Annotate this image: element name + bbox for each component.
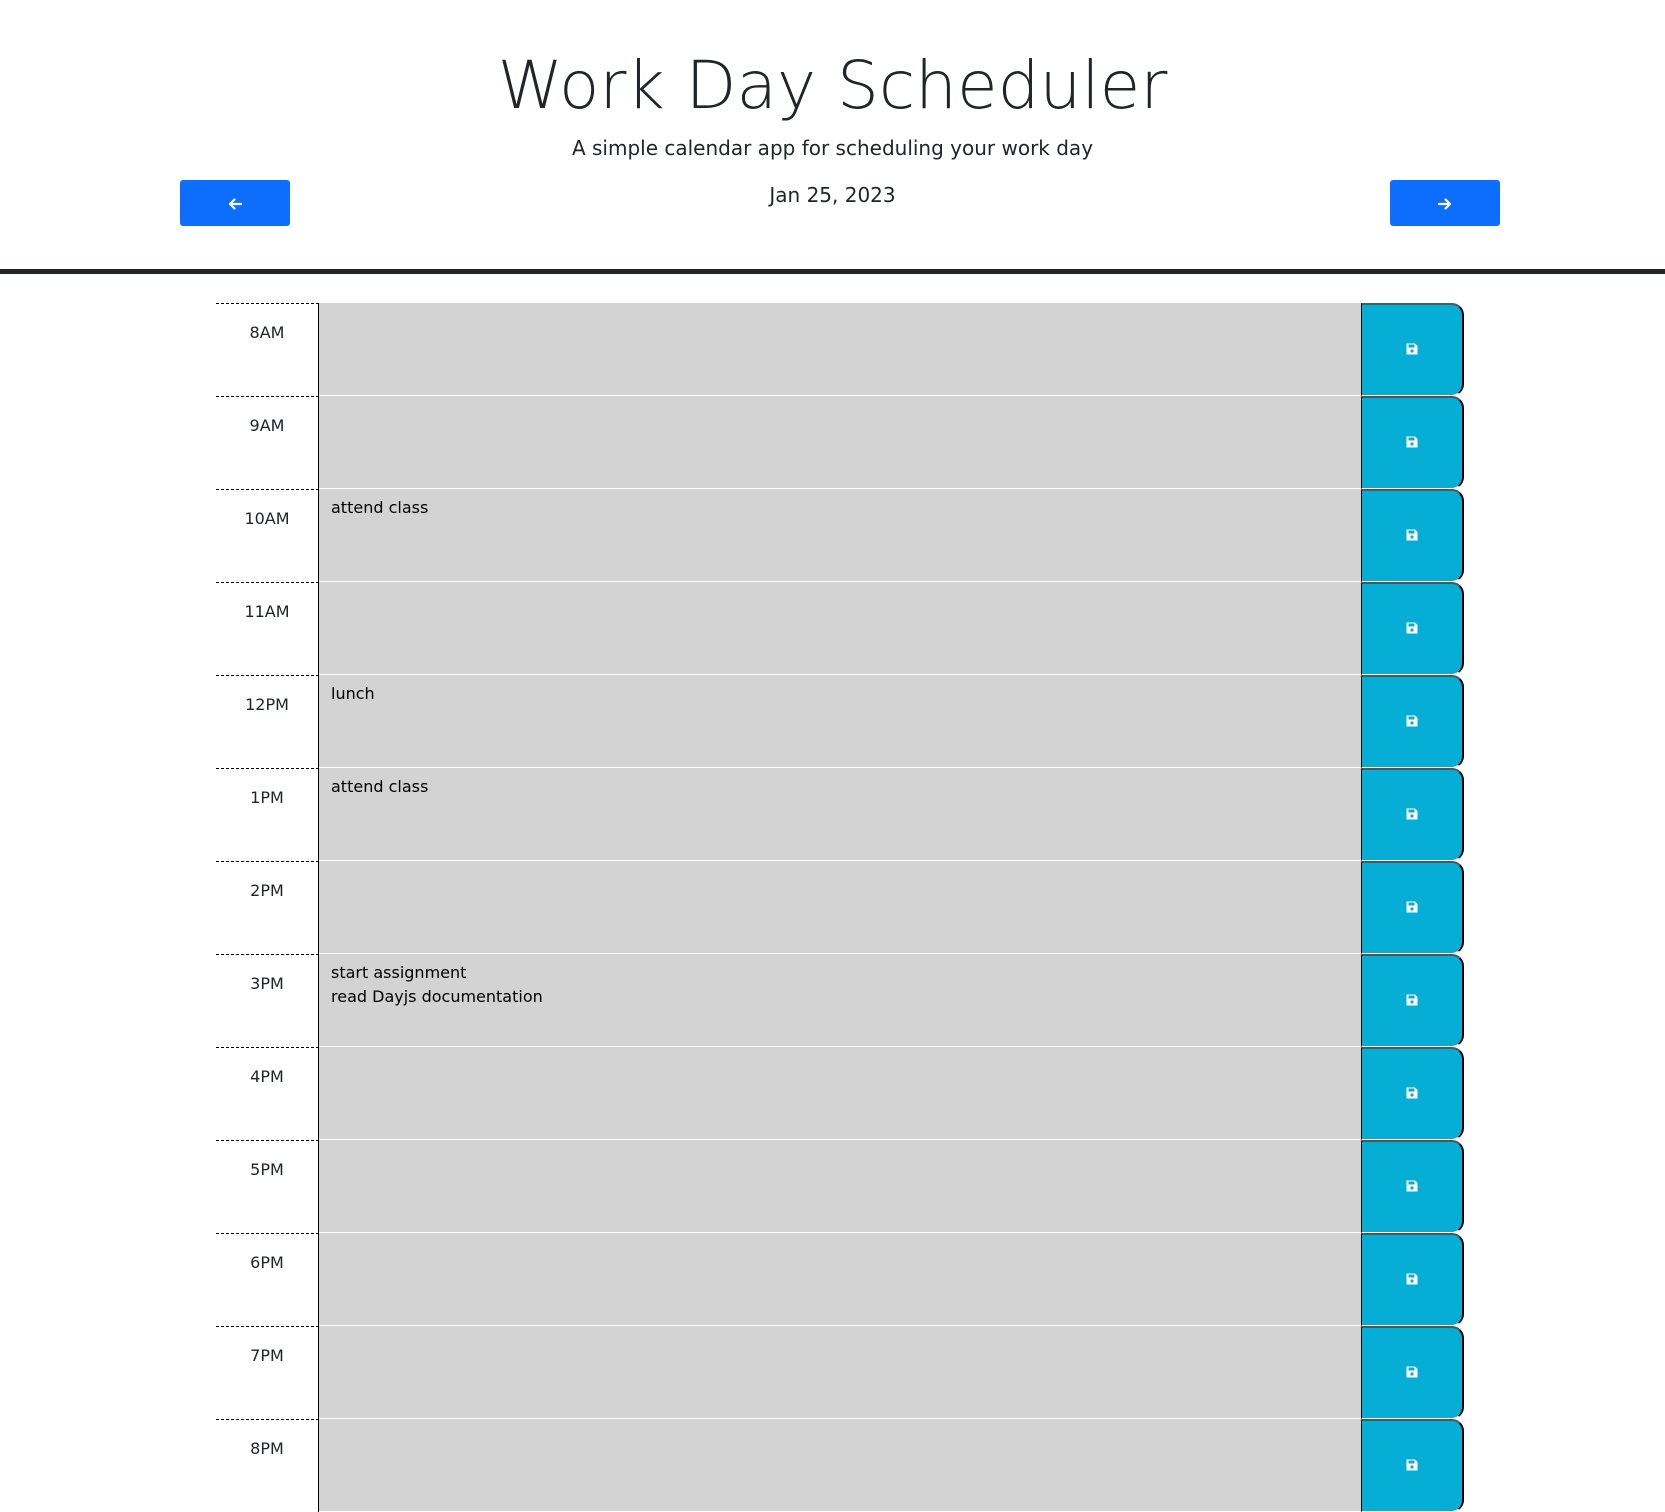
save-button[interactable]	[1361, 1419, 1464, 1512]
time-block-row: 3PM start assignment read Dayjs documenta…	[216, 954, 1464, 1047]
event-description-textarea[interactable]	[319, 1047, 1361, 1140]
save-button[interactable]	[1361, 1326, 1464, 1419]
hour-label: 6PM	[216, 1233, 319, 1326]
schedule-container: 8AM 9AM 10AM attend class 11AM 12PM lunch 1PM at…	[216, 303, 1464, 1512]
save-icon	[1405, 621, 1419, 638]
hour-label: 4PM	[216, 1047, 319, 1140]
time-block-row: 12PM lunch	[216, 675, 1464, 768]
save-icon	[1405, 1179, 1419, 1196]
save-button[interactable]	[1361, 954, 1464, 1047]
hour-label: 12PM	[216, 675, 319, 768]
event-description-textarea[interactable]: lunch	[319, 675, 1361, 768]
hour-label: 7PM	[216, 1326, 319, 1419]
save-icon	[1405, 1272, 1419, 1289]
page-header: Work Day Scheduler A simple calendar app…	[0, 0, 1665, 274]
event-description-textarea[interactable]	[319, 1233, 1361, 1326]
event-description-textarea[interactable]: attend class	[319, 489, 1361, 582]
time-block-row: 11AM	[216, 582, 1464, 675]
hour-label: 1PM	[216, 768, 319, 861]
save-icon	[1405, 1086, 1419, 1103]
hour-label: 10AM	[216, 489, 319, 582]
time-block-row: 10AM attend class	[216, 489, 1464, 582]
hour-label: 5PM	[216, 1140, 319, 1233]
event-description-textarea[interactable]	[319, 396, 1361, 489]
time-block-row: 7PM	[216, 1326, 1464, 1419]
event-description-textarea[interactable]	[319, 1419, 1361, 1512]
hour-label: 8AM	[216, 303, 319, 396]
event-description-textarea[interactable]: attend class	[319, 768, 1361, 861]
hour-label: 3PM	[216, 954, 319, 1047]
hour-label: 2PM	[216, 861, 319, 954]
event-description-textarea[interactable]	[319, 1326, 1361, 1419]
time-block-row: 9AM	[216, 396, 1464, 489]
save-button[interactable]	[1361, 1047, 1464, 1140]
arrow-right-icon	[1437, 198, 1452, 210]
save-button[interactable]	[1361, 1140, 1464, 1233]
save-button[interactable]	[1361, 396, 1464, 489]
save-icon	[1405, 1365, 1419, 1382]
time-block-row: 4PM	[216, 1047, 1464, 1140]
next-day-button[interactable]	[1390, 180, 1500, 226]
save-icon	[1405, 714, 1419, 731]
time-block-row: 6PM	[216, 1233, 1464, 1326]
event-description-textarea[interactable]	[319, 1140, 1361, 1233]
time-block-row: 8PM	[216, 1419, 1464, 1512]
event-description-textarea[interactable]: start assignment read Dayjs documentatio…	[319, 954, 1361, 1047]
hour-label: 11AM	[216, 582, 319, 675]
page-title: Work Day Scheduler	[497, 47, 1168, 124]
save-button[interactable]	[1361, 582, 1464, 675]
save-button[interactable]	[1361, 861, 1464, 954]
time-block-row: 8AM	[216, 303, 1464, 396]
save-button[interactable]	[1361, 303, 1464, 396]
save-icon	[1405, 993, 1419, 1010]
hour-label: 8PM	[216, 1419, 319, 1512]
hour-label: 9AM	[216, 396, 319, 489]
page-subtitle: A simple calendar app for scheduling you…	[571, 136, 1094, 160]
save-button[interactable]	[1361, 1233, 1464, 1326]
time-block-row: 2PM	[216, 861, 1464, 954]
time-block-row: 1PM attend class	[216, 768, 1464, 861]
save-icon	[1405, 342, 1419, 359]
save-icon	[1405, 807, 1419, 824]
event-description-textarea[interactable]	[319, 582, 1361, 675]
event-description-textarea[interactable]	[319, 303, 1361, 396]
save-icon	[1405, 1458, 1419, 1475]
save-button[interactable]	[1361, 675, 1464, 768]
save-icon	[1405, 435, 1419, 452]
save-icon	[1405, 528, 1419, 545]
event-description-textarea[interactable]	[319, 861, 1361, 954]
save-button[interactable]	[1361, 768, 1464, 861]
time-block-row: 5PM	[216, 1140, 1464, 1233]
save-icon	[1405, 900, 1419, 917]
save-button[interactable]	[1361, 489, 1464, 582]
